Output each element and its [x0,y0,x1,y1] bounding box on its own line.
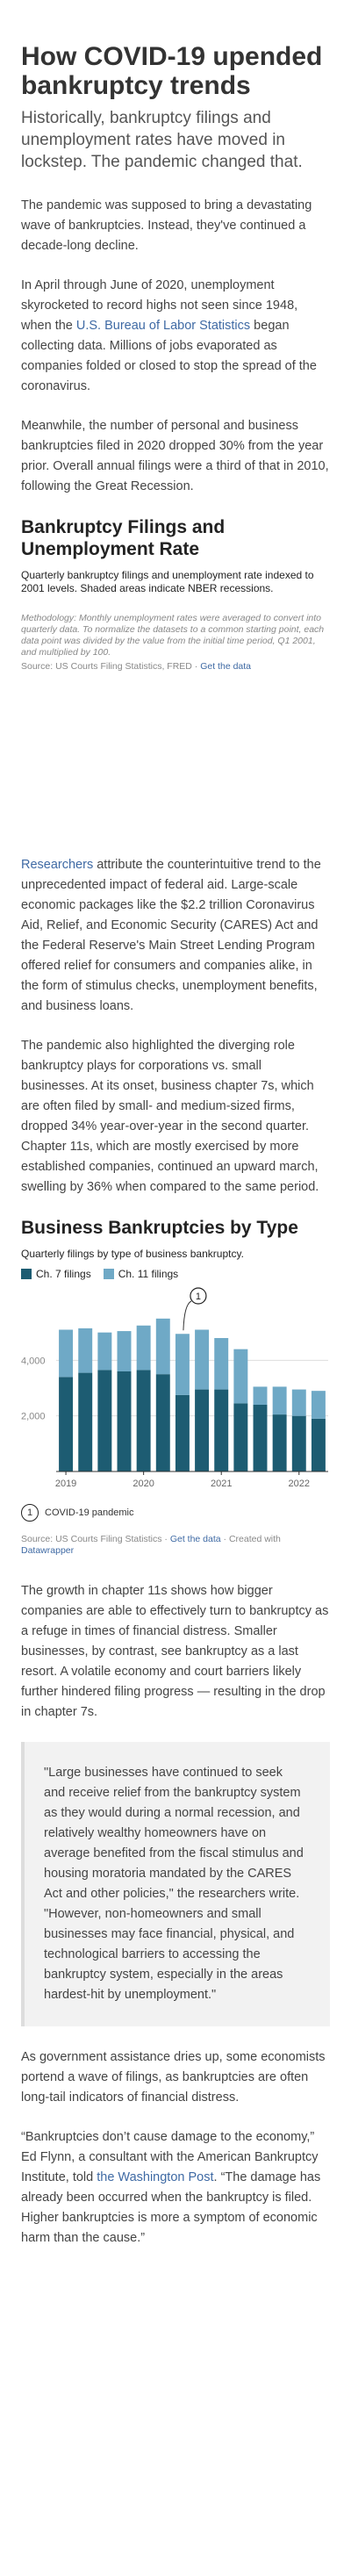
bar-ch7 [175,1394,190,1471]
bar-ch11 [155,1318,170,1375]
bar-ch7 [117,1371,132,1471]
paragraph-3: Meanwhile, the number of personal and bu… [21,419,329,493]
bar-ch7 [291,1415,306,1471]
bar-ch7 [233,1403,248,1471]
bar-ch11 [117,1331,132,1371]
x-tick-label: 2021 [211,1479,232,1489]
chart2-legend: Ch. 7 filings Ch. 11 filings [21,1268,330,1280]
x-tick-label: 2020 [133,1479,154,1489]
legend-swatch-ch11 [103,1269,114,1279]
bar-ch7 [136,1370,151,1471]
paragraph-4-text: attribute the counterintuitive trend to … [21,858,321,1013]
bar-ch11 [175,1334,190,1395]
bar-ch11 [195,1329,210,1390]
bls-link[interactable]: U.S. Bureau of Labor Statistics [76,319,250,333]
bar-ch11 [78,1328,93,1373]
research-quote: "Large businesses have continued to seek… [21,1742,330,2026]
chart2-get-data-link[interactable]: Get the data [170,1534,221,1544]
bar-ch11 [291,1389,306,1416]
legend-label-ch11: Ch. 11 filings [118,1268,179,1280]
legend-item-ch11: Ch. 11 filings [103,1268,179,1280]
bar-ch7 [78,1372,93,1471]
chart1-embed-area [21,673,330,855]
x-tick-label: 2022 [289,1479,310,1489]
chart1-source: Source: US Courts Filing Statistics, FRE… [21,661,330,673]
researchers-link[interactable]: Researchers [21,858,93,872]
chart1-methodology: Methodology: Monthly unemployment rates … [21,613,325,658]
bar-ch11 [97,1332,112,1371]
bar-ch11 [136,1325,151,1371]
annotation-label: COVID-19 pandemic [45,1507,134,1518]
y-tick-label: 2,000 [21,1412,46,1422]
paragraph-6: The growth in chapter 11s shows how bigg… [21,1584,329,1719]
article-dek: Historically, bankruptcy filings and une… [21,109,303,171]
bar-ch11 [59,1329,74,1378]
legend-swatch-ch7 [21,1269,32,1279]
paragraph-2: In April through June of 2020, unemploym… [21,276,330,397]
bar-ch11 [233,1349,248,1404]
annotation-legend: 1 COVID-19 pandemic [21,1504,330,1522]
annotation-arrow [183,1300,192,1331]
bar-ch11 [253,1386,268,1405]
bar-ch7 [311,1418,326,1471]
article-headline: How COVID-19 upended bankruptcy trends [21,42,323,100]
paragraph-8: “Bankruptcies don’t cause damage to the … [21,2127,330,2249]
chart1-subtitle: Quarterly bankruptcy filings and unemplo… [21,569,314,594]
chart2-source-sep: · Created with [220,1534,281,1544]
bar-ch7 [253,1405,268,1471]
bar-ch7 [155,1374,170,1471]
chart2-source: Source: US Courts Filing Statistics · Ge… [21,1534,330,1557]
annotation-marker: 1 [21,1504,39,1522]
chart1-source-text: Source: US Courts Filing Statistics, FRE… [21,661,201,672]
bar-ch7 [59,1377,74,1471]
chart1-get-data-link[interactable]: Get the data [200,661,251,672]
datawrapper-link[interactable]: Datawrapper [21,1545,74,1556]
legend-item-ch7: Ch. 7 filings [21,1268,91,1280]
paragraph-7: As government assistance dries up, some … [21,2050,326,2105]
chart2-source-text: Source: US Courts Filing Statistics · [21,1534,170,1544]
bar-ch11 [214,1338,229,1390]
paragraph-5: The pandemic also highlighted the diverg… [21,1039,319,1194]
bar-ch7 [97,1370,112,1471]
chart1-title: Bankruptcy Filings and Unemployment Rate [21,517,226,559]
bar-ch7 [272,1414,287,1471]
washington-post-link[interactable]: the Washington Post [97,2170,213,2184]
bar-ch11 [272,1386,287,1415]
bar-ch7 [214,1389,229,1471]
annotation-number: 1 [196,1292,201,1302]
paragraph-4: Researchers attribute the counterintuiti… [21,855,330,1017]
x-tick-label: 2019 [55,1479,76,1489]
paragraph-1: The pandemic was supposed to bring a dev… [21,198,312,253]
y-tick-label: 4,000 [21,1356,46,1366]
legend-label-ch7: Ch. 7 filings [36,1268,91,1280]
bar-ch7 [195,1389,210,1471]
business-bankruptcies-chart: 2,000 4,000 2019 2020 2021 2022 1 [21,1287,328,1489]
chart2-title: Business Bankruptcies by Type [21,1218,298,1238]
chart2-subtitle: Quarterly filings by type of business ba… [21,1248,244,1260]
bar-ch11 [311,1391,326,1419]
